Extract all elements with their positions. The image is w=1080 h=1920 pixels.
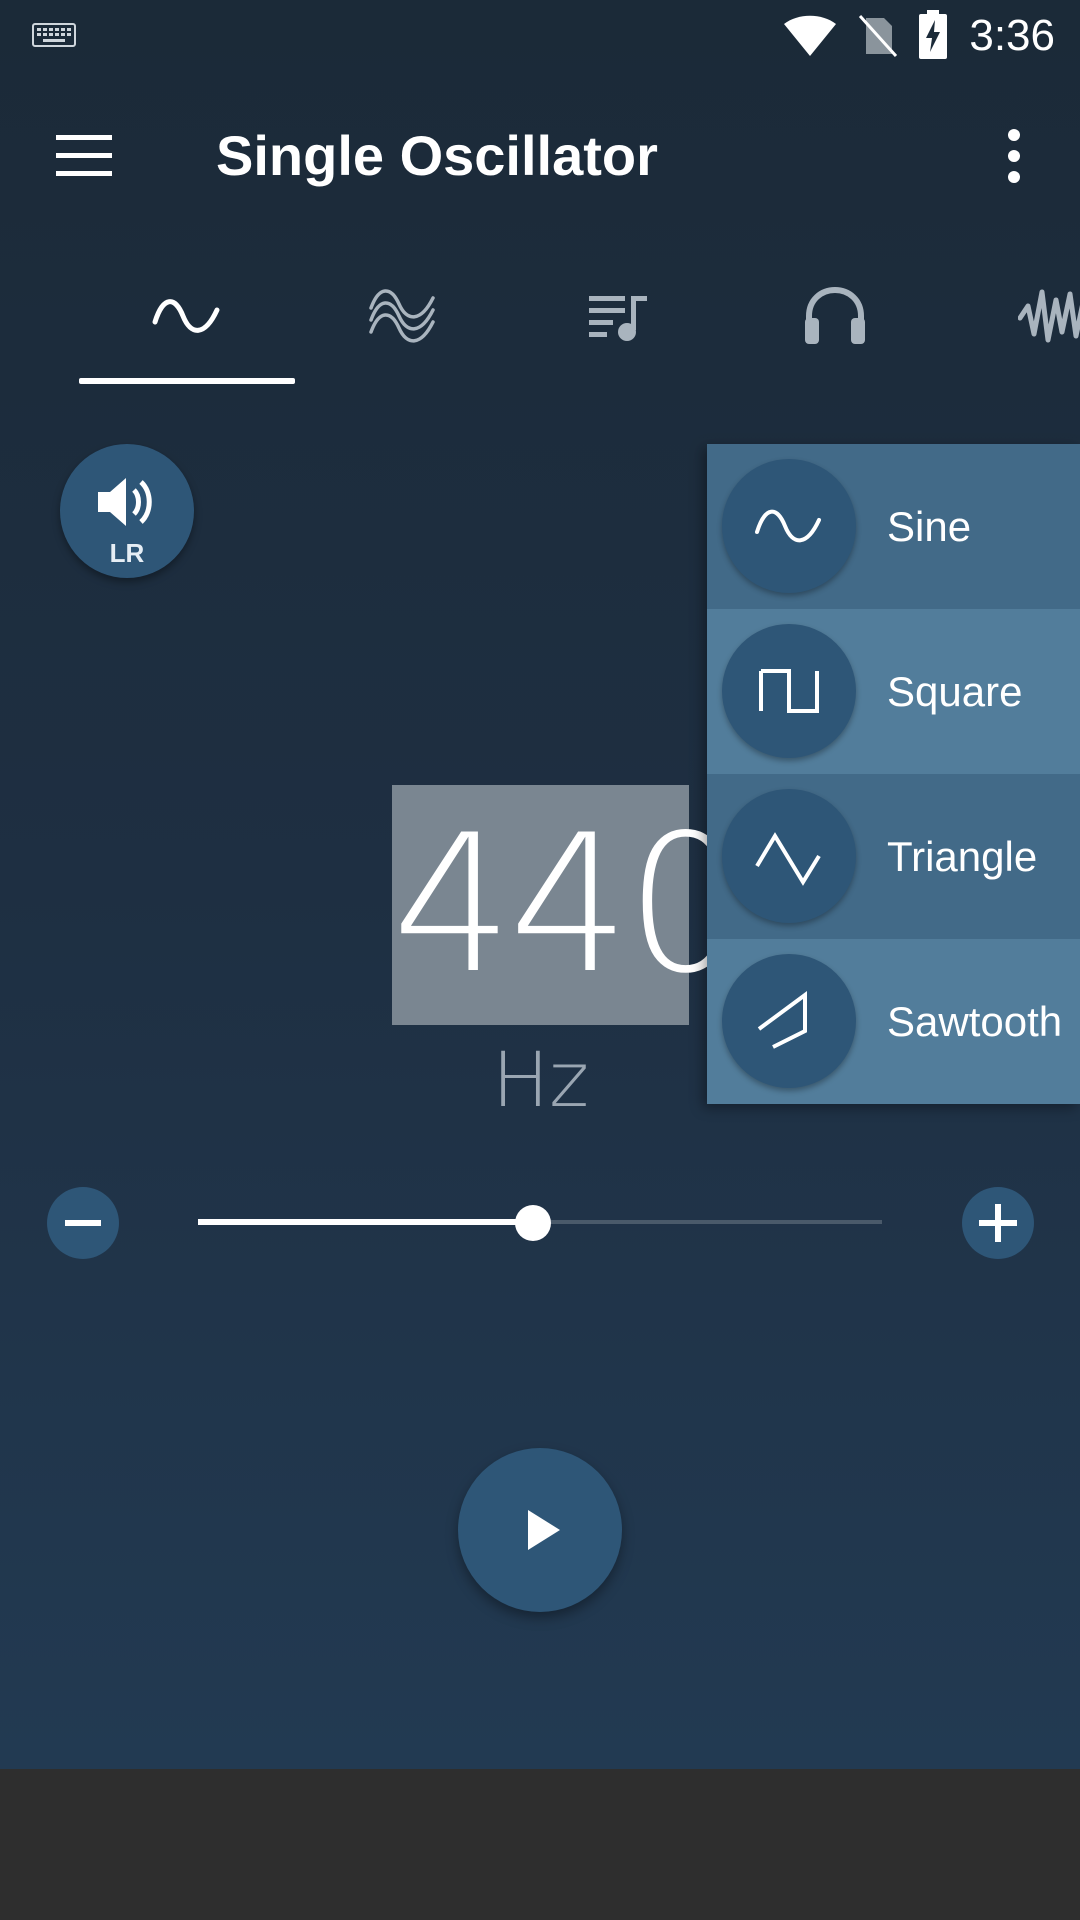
status-time: 3:36 (969, 11, 1055, 60)
status-bar: 3:36 (0, 0, 1080, 72)
overflow-menu-button[interactable] (978, 120, 1050, 192)
wifi-icon (784, 15, 836, 56)
tab-noise[interactable] (943, 240, 1080, 390)
increase-button[interactable] (962, 1187, 1034, 1259)
triangle-wave-icon (755, 832, 821, 886)
frequency-input[interactable]: 440 (392, 785, 747, 1025)
play-icon (528, 1510, 560, 1550)
headphones-icon (805, 286, 865, 344)
waveform-option-sawtooth[interactable]: Sawtooth (707, 939, 1080, 1104)
toolbar: Single Oscillator (0, 72, 1080, 240)
noise-wave-partial-icon (1018, 289, 1080, 343)
waveform-label: Sine (887, 503, 972, 550)
waveform-label: Sawtooth (887, 998, 1063, 1045)
speaker-icon (98, 478, 152, 526)
waveform-icon-circle (722, 954, 856, 1088)
multi-wave-icon (369, 289, 435, 343)
waveform-icon-circle (722, 789, 856, 923)
battery-charging-icon (919, 10, 947, 59)
square-wave-icon (759, 669, 819, 713)
tab-single-oscillator[interactable] (79, 240, 295, 390)
play-button[interactable] (458, 1448, 622, 1612)
waveform-option-square[interactable]: Square (707, 609, 1080, 774)
waveform-label: Triangle (887, 833, 1038, 880)
decrease-button[interactable] (47, 1187, 119, 1259)
tab-binaural[interactable] (727, 240, 943, 390)
tab-bar (0, 240, 1080, 390)
slider-fill (198, 1219, 533, 1225)
sine-wave-icon (755, 509, 821, 543)
app-background: 3:36 Single Oscillator LR 440 Hz Sine Sq… (0, 0, 1080, 1769)
hamburger-menu-icon (56, 135, 112, 176)
minus-icon (65, 1220, 101, 1226)
plus-icon (979, 1204, 1017, 1242)
screen: 3:36 Single Oscillator LR 440 Hz Sine Sq… (0, 0, 1080, 1920)
more-vert-icon (1008, 129, 1020, 183)
tab-playlist[interactable] (511, 240, 727, 390)
tab-indicator (79, 378, 295, 384)
waveform-menu: Sine Square Triangle Sawtooth (707, 444, 1080, 1104)
channel-label: LR (109, 538, 145, 568)
channel-button[interactable]: LR (60, 444, 194, 578)
frequency-value: 440 (392, 794, 747, 1015)
page-title: Single Oscillator (216, 124, 658, 187)
frequency-unit: Hz (491, 1035, 590, 1124)
waveform-icon-circle (722, 624, 856, 758)
waveform-icon-circle (722, 459, 856, 593)
playlist-music-icon (589, 296, 647, 341)
sawtooth-wave-icon (757, 991, 807, 1049)
waveform-option-sine[interactable]: Sine (707, 444, 1080, 609)
waveform-option-triangle[interactable]: Triangle (707, 774, 1080, 939)
waveform-label: Square (887, 668, 1023, 715)
no-sim-icon (858, 14, 898, 58)
frequency-slider[interactable] (198, 1205, 882, 1241)
tab-multi-oscillator[interactable] (295, 240, 511, 390)
menu-button[interactable] (28, 120, 140, 192)
sine-wave-icon (152, 299, 220, 333)
slider-thumb[interactable] (515, 1205, 551, 1241)
keyboard-icon (32, 23, 76, 47)
navigation-bar (0, 1769, 1080, 1920)
